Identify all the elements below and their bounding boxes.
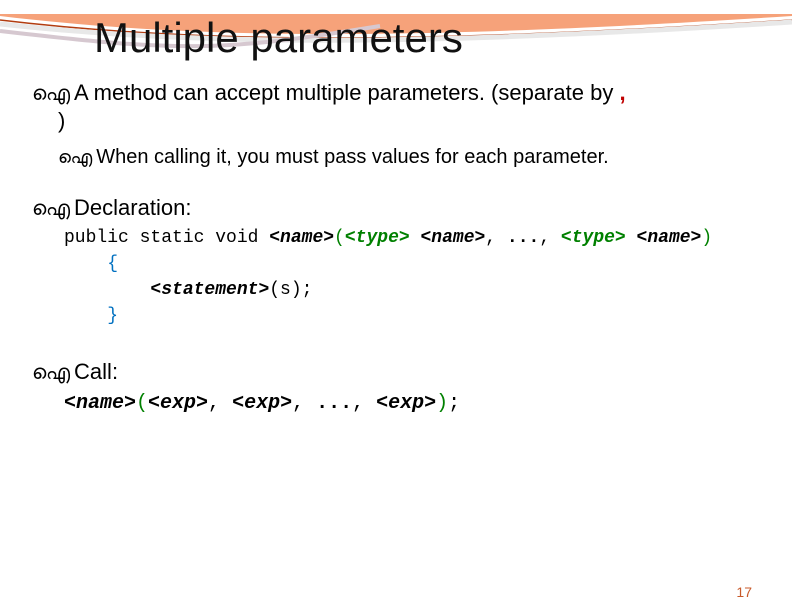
- heading-call: Call:: [74, 359, 118, 384]
- code-sep: ,: [352, 392, 376, 415]
- code-open-paren: (: [334, 228, 345, 248]
- bullet-method-accept-cont: ): [58, 108, 762, 134]
- subbullet-when-calling: ഐWhen calling it, you must pass values f…: [58, 146, 762, 169]
- text-method-accept-2: ): [58, 108, 65, 133]
- code-sp: [626, 228, 637, 248]
- text-comma-red: ,: [619, 80, 625, 105]
- code-sep: ,: [208, 392, 232, 415]
- code-close-paren: ): [436, 392, 448, 415]
- code-mods: public static void: [64, 228, 269, 248]
- bullet-method-accept: ഐA method can accept multiple parameters…: [32, 80, 762, 106]
- bullet-icon: ഐ: [32, 362, 70, 385]
- code-brace-close: }: [107, 306, 118, 326]
- code-sep: ,: [485, 228, 507, 248]
- code-exp: <exp>: [376, 392, 436, 415]
- code-type: <type>: [561, 228, 626, 248]
- code-brace-open: {: [107, 254, 118, 274]
- code-semi: ;: [302, 280, 313, 300]
- code-sep: ,: [539, 228, 561, 248]
- bullet-call: ഐCall:: [32, 359, 762, 385]
- code-statement-suffix: (s): [269, 280, 301, 300]
- code-call-name: <name>: [64, 392, 136, 415]
- bullet-declaration: ഐDeclaration:: [32, 195, 762, 221]
- page-number: 17: [736, 584, 752, 600]
- code-exp: <exp>: [232, 392, 292, 415]
- code-dots: ...: [507, 228, 539, 248]
- code-open-paren: (: [136, 392, 148, 415]
- text-method-accept-1: A method can accept multiple parameters.…: [74, 80, 619, 105]
- code-close-paren: ): [701, 228, 712, 248]
- slide-content: Multiple parameters ഐA method can accept…: [0, 14, 792, 418]
- code-semi: ;: [448, 392, 460, 415]
- code-type: <type>: [345, 228, 410, 248]
- bullet-icon: ഐ: [58, 147, 92, 168]
- slide-title: Multiple parameters: [94, 14, 762, 62]
- code-sp: [410, 228, 421, 248]
- bullet-icon: ഐ: [32, 83, 70, 106]
- bullet-icon: ഐ: [32, 198, 70, 221]
- code-param-name: <name>: [637, 228, 702, 248]
- code-exp: <exp>: [148, 392, 208, 415]
- code-name: <name>: [269, 228, 334, 248]
- heading-declaration: Declaration:: [74, 195, 191, 220]
- code-statement: <statement>: [150, 280, 269, 300]
- code-param-name: <name>: [420, 228, 485, 248]
- code-sep: ,: [292, 392, 316, 415]
- code-declaration: public static void <name>(<type> <name>,…: [64, 225, 762, 329]
- code-dots: ...: [316, 392, 352, 415]
- code-call: <name>(<exp>, <exp>, ..., <exp>);: [64, 389, 762, 418]
- text-when-calling: When calling it, you must pass values fo…: [96, 146, 608, 168]
